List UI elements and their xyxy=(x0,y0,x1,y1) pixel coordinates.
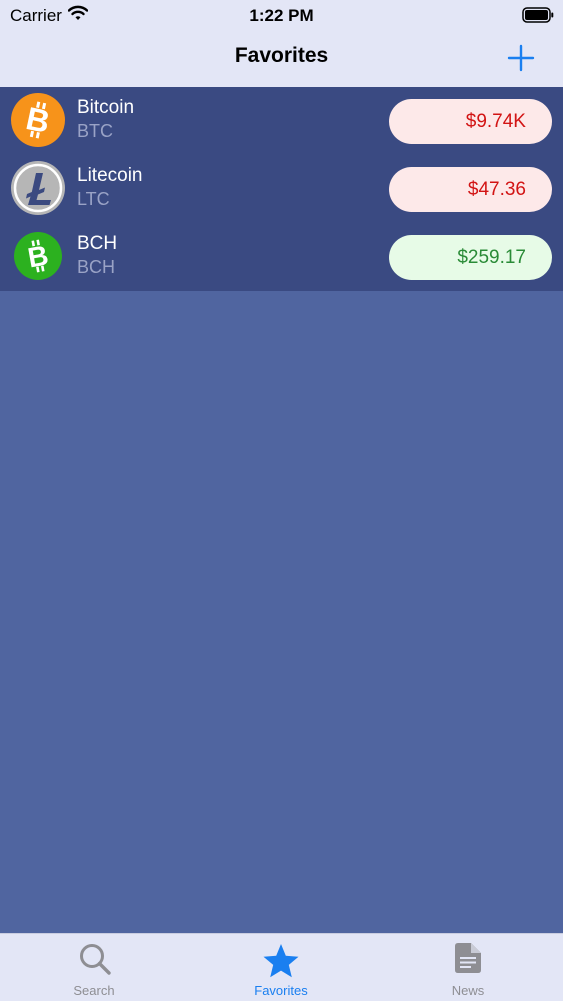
list-item-litecoin[interactable]: Litecoin LTC $47.36 xyxy=(0,155,563,223)
list-item-bch[interactable]: B BCH BCH $259.17 xyxy=(0,223,563,291)
coin-symbol: BCH xyxy=(77,257,116,277)
navigation-bar: Favorites xyxy=(0,30,563,87)
page-title: Favorites xyxy=(234,44,329,67)
status-bar: Carrier 1:22 PM xyxy=(0,0,563,30)
price-value: $259.17 xyxy=(457,246,526,268)
search-icon xyxy=(78,942,112,981)
price-badge[interactable]: $9.74K xyxy=(389,99,552,144)
tab-news[interactable]: News xyxy=(398,934,538,1001)
tab-label: Search xyxy=(73,983,115,998)
coin-name: Litecoin xyxy=(77,165,143,186)
list-item-bitcoin[interactable]: B Bitcoin BTC $9.74K xyxy=(0,87,563,155)
coin-name: BCH xyxy=(77,233,118,254)
tab-favorites[interactable]: Favorites xyxy=(211,934,351,1001)
price-value: $9.74K xyxy=(465,110,526,132)
favorites-list: B Bitcoin BTC $9.74K Litecoin LTC $47.36 xyxy=(0,87,563,291)
battery-icon xyxy=(522,7,554,28)
clock: 1:22 PM xyxy=(249,6,314,25)
tab-label: News xyxy=(451,983,485,998)
coin-name: Bitcoin xyxy=(77,97,135,118)
plus-icon xyxy=(507,44,535,72)
tab-search[interactable]: Search xyxy=(24,934,164,1001)
price-badge[interactable]: $259.17 xyxy=(389,235,552,280)
litecoin-icon xyxy=(11,161,65,220)
add-favorite-button[interactable] xyxy=(505,42,537,74)
star-icon xyxy=(262,942,300,985)
coin-symbol: LTC xyxy=(77,189,110,209)
bitcoin-cash-icon: B xyxy=(14,232,62,285)
price-badge[interactable]: $47.36 xyxy=(389,167,552,212)
coin-symbol: BTC xyxy=(77,121,113,141)
tab-label: Favorites xyxy=(254,983,308,998)
tab-bar: Search Favorites News xyxy=(0,933,563,1001)
price-value: $47.36 xyxy=(467,178,526,200)
document-icon xyxy=(455,943,481,978)
bitcoin-icon: B xyxy=(11,93,65,152)
